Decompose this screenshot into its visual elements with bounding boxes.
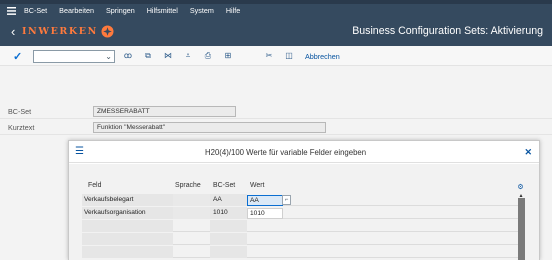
column-header-bcset: BC-Set (213, 182, 236, 189)
cell-bg (210, 233, 247, 245)
table-row (82, 246, 521, 258)
command-field[interactable]: ⌄ (33, 50, 115, 63)
back-button[interactable]: ‹ (11, 25, 15, 38)
confirm-check-icon[interactable]: ✓ (13, 50, 22, 63)
dialog-header: ☰ H20(4)/100 Werte für variable Felder e… (69, 141, 539, 163)
menu-item-springen[interactable]: Springen (106, 6, 135, 15)
shell-header: ‹ INWERKEN Business Configuration Sets: … (0, 17, 552, 46)
search-next-icon[interactable]: ⧉ (143, 51, 153, 61)
column-header-wert: Wert (250, 182, 265, 189)
cell-bg (173, 207, 210, 219)
kurztext-label: Kurztext (8, 123, 35, 132)
cell-bg (173, 194, 210, 206)
column-header-feld: Feld (88, 182, 102, 189)
filter-icon[interactable]: ⩡ (183, 51, 193, 61)
table-row: Verkaufsbelegart AA AA ⌐ (82, 194, 521, 206)
dialog-title: H20(4)/100 Werte für variable Felder ein… (205, 148, 367, 157)
company-logo: INWERKEN (22, 25, 114, 38)
close-icon[interactable]: ✕ (524, 147, 532, 158)
search-icon[interactable]: ꝏ (123, 51, 133, 61)
menu-item-hilfsmittel[interactable]: Hilfsmittel (147, 6, 178, 15)
cell-bg (210, 220, 247, 232)
logo-mark-icon (101, 25, 114, 38)
vertical-scrollbar[interactable] (518, 198, 525, 260)
divider (0, 134, 552, 135)
print-icon[interactable]: ⎙ (203, 51, 213, 61)
value-help-icon[interactable]: ⌐ (282, 195, 291, 205)
display-icon[interactable]: ◫ (284, 51, 294, 61)
cell-bg (82, 220, 173, 232)
divider (0, 118, 552, 119)
table-settings-icon[interactable]: ⚙ (516, 183, 525, 192)
cell-bcset: 1010 (213, 209, 228, 216)
cell-bg (82, 246, 173, 258)
chevron-down-icon[interactable]: ⌄ (105, 51, 112, 63)
cell-feld: Verkaufsbelegart (84, 196, 134, 203)
menu-grid-icon[interactable] (6, 6, 16, 15)
menu-item-bcset[interactable]: BC-Set (24, 6, 47, 15)
menu-bar: BC-Set Bearbeiten Springen Hilfsmittel S… (0, 4, 552, 17)
table-row (82, 220, 521, 232)
bcset-label: BC-Set (8, 107, 32, 116)
cancel-button[interactable]: Abbrechen (305, 52, 340, 61)
logo-text: INWERKEN (22, 26, 98, 37)
variable-fields-dialog: ☰ H20(4)/100 Werte für variable Felder e… (68, 140, 540, 260)
table-row: Verkaufsorganisation 1010 1010 (82, 207, 521, 219)
column-header-sprache: Sprache (175, 182, 201, 189)
table-row (82, 233, 521, 245)
dialog-menu-icon[interactable]: ☰ (75, 147, 84, 157)
wert-input[interactable]: 1010 (247, 208, 283, 219)
cell-bcset: AA (213, 196, 222, 203)
dialog-body: Feld Sprache BC-Set Wert Verkaufsbelegar… (69, 164, 539, 260)
bcset-field: ZMESSERABATT (93, 106, 236, 117)
wert-input[interactable]: AA (247, 195, 283, 206)
cell-bg (210, 246, 247, 258)
menu-item-bearbeiten[interactable]: Bearbeiten (59, 6, 94, 15)
cell-bg (82, 233, 173, 245)
menu-item-system[interactable]: System (190, 6, 214, 15)
cell-feld: Verkaufsorganisation (84, 209, 146, 216)
kurztext-field: Funktion "Messerabatt" (93, 122, 326, 133)
hierarchy-icon[interactable]: ⋈ (163, 51, 173, 61)
tools-icon[interactable]: ✂ (264, 51, 274, 61)
menu-item-hilfe[interactable]: Hilfe (226, 6, 240, 15)
application-toolbar: ✓ ⌄ ꝏ ⧉ ⋈ ⩡ ⎙ ⊞ ✂ ◫ Abbrechen (0, 46, 552, 66)
details-icon[interactable]: ⊞ (223, 51, 233, 61)
page-title: Business Configuration Sets: Aktivierung (352, 25, 543, 37)
